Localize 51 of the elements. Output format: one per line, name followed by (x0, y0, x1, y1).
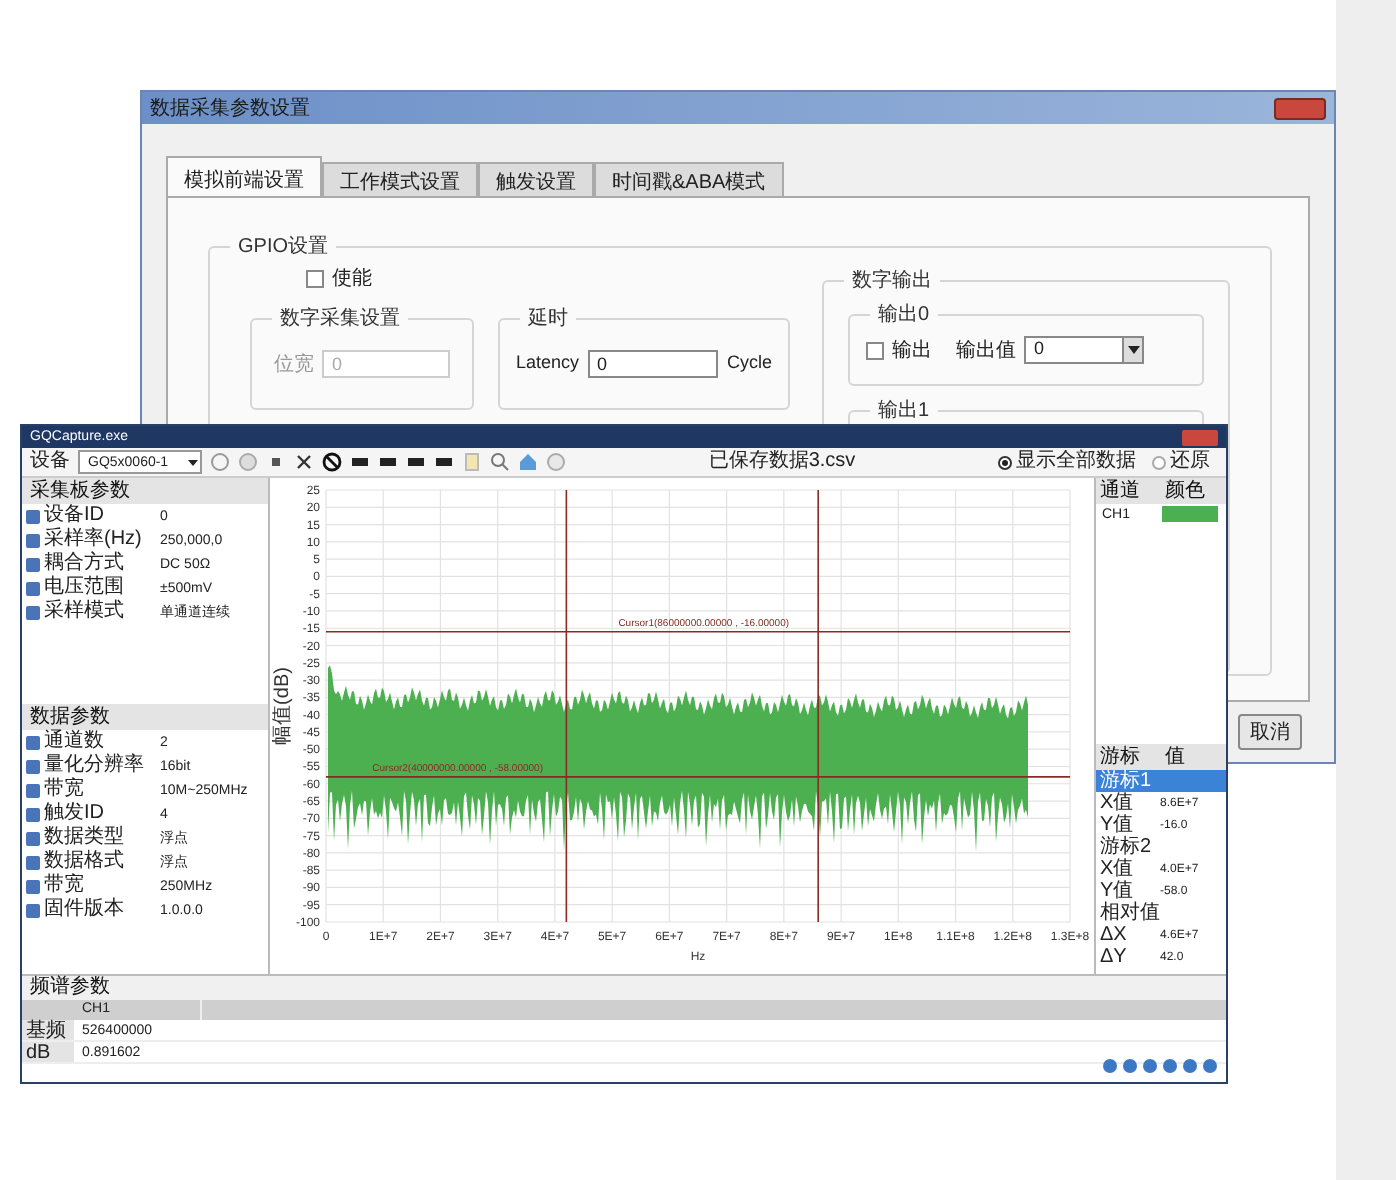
radio-label: 还原 (1170, 452, 1210, 472)
tab[interactable]: 时间戳&ABA模式 (594, 162, 784, 196)
field-label: Latency (516, 350, 580, 377)
section-header: 数据参数 (22, 704, 268, 730)
cursor-field-label: 游标2 (1098, 837, 1154, 857)
parameter-label: 数据格式 (44, 852, 126, 872)
parameter-label: 带宽 (44, 780, 86, 800)
row-header: 基频 (22, 1020, 74, 1040)
field-label: 位宽 (274, 351, 314, 379)
parameter-label: 采样率(Hz) (44, 530, 144, 550)
parameter-label: 通道数 (44, 732, 104, 752)
cancel-button[interactable]: 取消 (1238, 714, 1302, 750)
selected-row[interactable]: 游标1 (1096, 770, 1226, 792)
parameter-label: 采样模式 (44, 602, 126, 622)
parameter-label: 数据类型 (44, 828, 126, 848)
parameter-label: 电压范围 (44, 578, 126, 598)
latency-field[interactable]: 0 (587, 350, 719, 378)
field-label: 输出值 (956, 337, 1016, 365)
column-header: 游标 (1098, 744, 1142, 769)
section-header: 频谱参数 (22, 976, 1226, 1000)
radio-label: 显示全部数据 (1016, 452, 1136, 472)
cursor-field-label: ΔX (1098, 925, 1129, 945)
cursor-field-label: Y值 (1098, 881, 1136, 901)
parameter-label: 带宽 (44, 876, 86, 896)
cursor-field-label: 相对值 (1098, 903, 1160, 923)
parameter-label: 设备ID (44, 506, 106, 526)
cursor-field-label: X值 (1098, 859, 1136, 879)
cursor-field-label: ΔY (1098, 947, 1129, 967)
column-header: 值 (1163, 744, 1187, 770)
cursor-field-label: Y值 (1098, 815, 1136, 835)
file-name: 已保存数据3.csv (706, 452, 858, 472)
column-header: 颜色 (1163, 478, 1207, 504)
parameter-label: 量化分辨率 (44, 756, 146, 776)
tab[interactable]: 模拟前端设置 (166, 156, 322, 196)
window-title: 数据采集参数设置 (150, 95, 310, 123)
row-header: dB (22, 1042, 74, 1062)
tab[interactable]: 触发设置 (478, 162, 594, 196)
parameter-label: 固件版本 (44, 900, 126, 920)
parameter-label: 耦合方式 (44, 554, 126, 574)
unit-label: Cycle (726, 350, 772, 377)
checkbox-label: 输出 (892, 337, 932, 365)
tab[interactable]: 工作模式设置 (322, 162, 478, 196)
cursor-field-label: X值 (1098, 793, 1136, 813)
device-label: 设备 (30, 452, 70, 472)
section-header: 采集板参数 (22, 478, 268, 504)
axis-title: 幅值(dB) (272, 667, 294, 745)
cursor-field-label: 游标1 (1098, 771, 1154, 791)
checkbox-label: 使能 (332, 265, 372, 294)
output-value-dropdown[interactable]: 0 (1024, 336, 1144, 364)
parameter-label: 触发ID (44, 804, 106, 824)
column-header: 通道 (1098, 478, 1142, 504)
